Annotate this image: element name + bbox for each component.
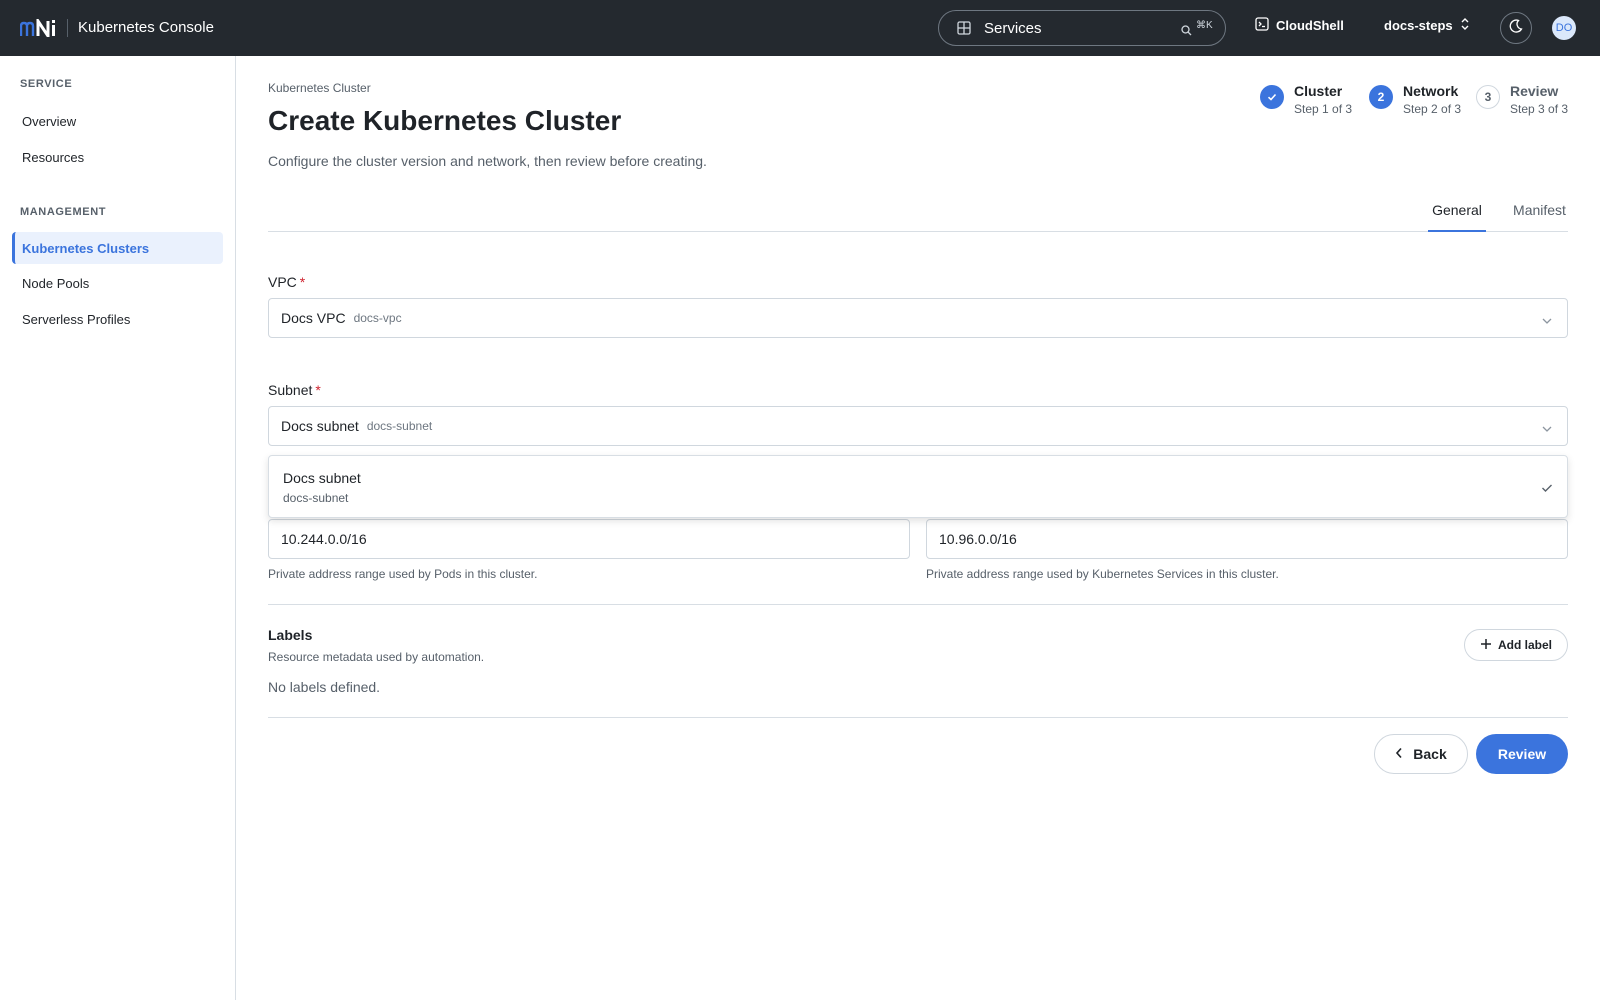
step-name: Cluster bbox=[1294, 83, 1343, 99]
sidebar-item-node-pools[interactable]: Node Pools bbox=[12, 267, 223, 299]
step-sub: Step 2 of 3 bbox=[1403, 102, 1462, 116]
vpc-value: Docs VPC bbox=[281, 310, 346, 326]
chevron-down-icon bbox=[1541, 421, 1553, 439]
subnet-label: Subnet * bbox=[268, 382, 321, 398]
vpc-label-text: VPC bbox=[268, 274, 297, 290]
subnet-value-id: docs-subnet bbox=[366, 419, 433, 433]
subnet-value: Docs subnet bbox=[281, 418, 359, 434]
sidebar-item-kubernetes-clusters[interactable]: Kubernetes Clusters bbox=[12, 232, 223, 264]
plus-icon bbox=[1480, 638, 1492, 653]
vpc-label: VPC * bbox=[268, 274, 305, 290]
page-title: Create Kubernetes Cluster bbox=[268, 105, 622, 136]
theme-toggle-button[interactable] bbox=[1500, 12, 1532, 44]
option-id: docs-subnet bbox=[283, 491, 349, 505]
back-button[interactable]: Back bbox=[1374, 734, 1468, 774]
sidebar: SERVICE Overview Resources MANAGEMENT Ku… bbox=[0, 56, 236, 1000]
form-tabs: General Manifest bbox=[268, 202, 1568, 232]
step-review[interactable]: 3 Review Step 3 of 3 bbox=[1476, 82, 1568, 117]
back-label: Back bbox=[1413, 746, 1447, 762]
cloudshell-label: CloudShell bbox=[1276, 18, 1344, 33]
chevron-left-icon bbox=[1395, 746, 1403, 762]
chevron-up-down-icon bbox=[1460, 17, 1470, 34]
divider bbox=[268, 717, 1568, 718]
terminal-icon bbox=[1255, 17, 1269, 34]
check-icon bbox=[1541, 480, 1553, 498]
service-cidr-help: Private address range used by Kubernetes… bbox=[926, 567, 1279, 581]
sidebar-item-overview[interactable]: Overview bbox=[12, 105, 223, 137]
grid-icon bbox=[957, 21, 971, 40]
subnet-select[interactable]: Docs subnet docs-subnet bbox=[268, 406, 1568, 446]
logo-mark-icon bbox=[20, 19, 55, 37]
vpc-select[interactable]: Docs VPC docs-vpc bbox=[268, 298, 1568, 338]
search-icon bbox=[1181, 23, 1192, 41]
search-label: Services bbox=[984, 20, 1042, 37]
step-number: 2 bbox=[1369, 85, 1393, 109]
chevron-down-icon bbox=[1541, 313, 1553, 331]
vpc-value-id: docs-vpc bbox=[353, 311, 402, 325]
logo-divider bbox=[67, 19, 68, 37]
page-description: Configure the cluster version and networ… bbox=[268, 153, 707, 169]
sidebar-section-service: SERVICE bbox=[20, 78, 73, 90]
step-cluster[interactable]: Cluster Step 1 of 3 bbox=[1260, 82, 1352, 117]
step-number: 3 bbox=[1476, 85, 1500, 109]
labels-title: Labels bbox=[268, 627, 313, 643]
sidebar-section-management: MANAGEMENT bbox=[20, 206, 107, 218]
cloudshell-button[interactable]: CloudShell bbox=[1255, 17, 1344, 34]
step-name: Network bbox=[1403, 83, 1459, 99]
divider bbox=[268, 604, 1568, 605]
top-bar: Kubernetes Console Services ⌘K CloudShel… bbox=[0, 0, 1600, 56]
step-sub: Step 1 of 3 bbox=[1294, 102, 1353, 116]
sidebar-item-resources[interactable]: Resources bbox=[12, 141, 223, 173]
moon-icon bbox=[1509, 18, 1523, 38]
step-network[interactable]: 2 Network Step 2 of 3 bbox=[1369, 82, 1461, 117]
step-sub: Step 3 of 3 bbox=[1510, 102, 1569, 116]
avatar[interactable]: DO bbox=[1552, 16, 1576, 40]
subnet-dropdown-menu: Docs subnet docs-subnet bbox=[268, 455, 1568, 518]
required-mark: * bbox=[299, 274, 306, 290]
project-selector[interactable]: docs-steps bbox=[1384, 17, 1470, 34]
labels-description: Resource metadata used by automation. bbox=[268, 650, 485, 664]
pod-cidr-help: Private address range used by Pods in th… bbox=[268, 567, 538, 581]
service-cidr-input[interactable]: 10.96.0.0/16 bbox=[926, 519, 1568, 559]
subnet-label-text: Subnet bbox=[268, 382, 313, 398]
tab-general[interactable]: General bbox=[1428, 202, 1486, 232]
labels-empty-text: No labels defined. bbox=[268, 679, 381, 695]
required-mark: * bbox=[315, 382, 321, 398]
subnet-option[interactable]: Docs subnet docs-subnet bbox=[269, 456, 1567, 517]
step-name: Review bbox=[1510, 83, 1559, 99]
project-label: docs-steps bbox=[1384, 18, 1453, 33]
search-shortcut: ⌘K bbox=[1196, 20, 1213, 31]
services-search[interactable]: Services ⌘K bbox=[938, 10, 1226, 46]
step-done-icon bbox=[1260, 85, 1284, 109]
brand-logo[interactable] bbox=[20, 17, 58, 39]
option-label: Docs subnet bbox=[283, 470, 361, 486]
review-button[interactable]: Review bbox=[1476, 734, 1568, 774]
pod-cidr-input[interactable]: 10.244.0.0/16 bbox=[268, 519, 910, 559]
sidebar-item-serverless-profiles[interactable]: Serverless Profiles bbox=[12, 303, 223, 335]
add-label-button[interactable]: Add label bbox=[1464, 629, 1568, 661]
breadcrumb[interactable]: Kubernetes Cluster bbox=[268, 81, 371, 95]
tab-manifest[interactable]: Manifest bbox=[1511, 202, 1568, 232]
app-title: Kubernetes Console bbox=[78, 19, 214, 36]
add-label-text: Add label bbox=[1497, 638, 1552, 652]
